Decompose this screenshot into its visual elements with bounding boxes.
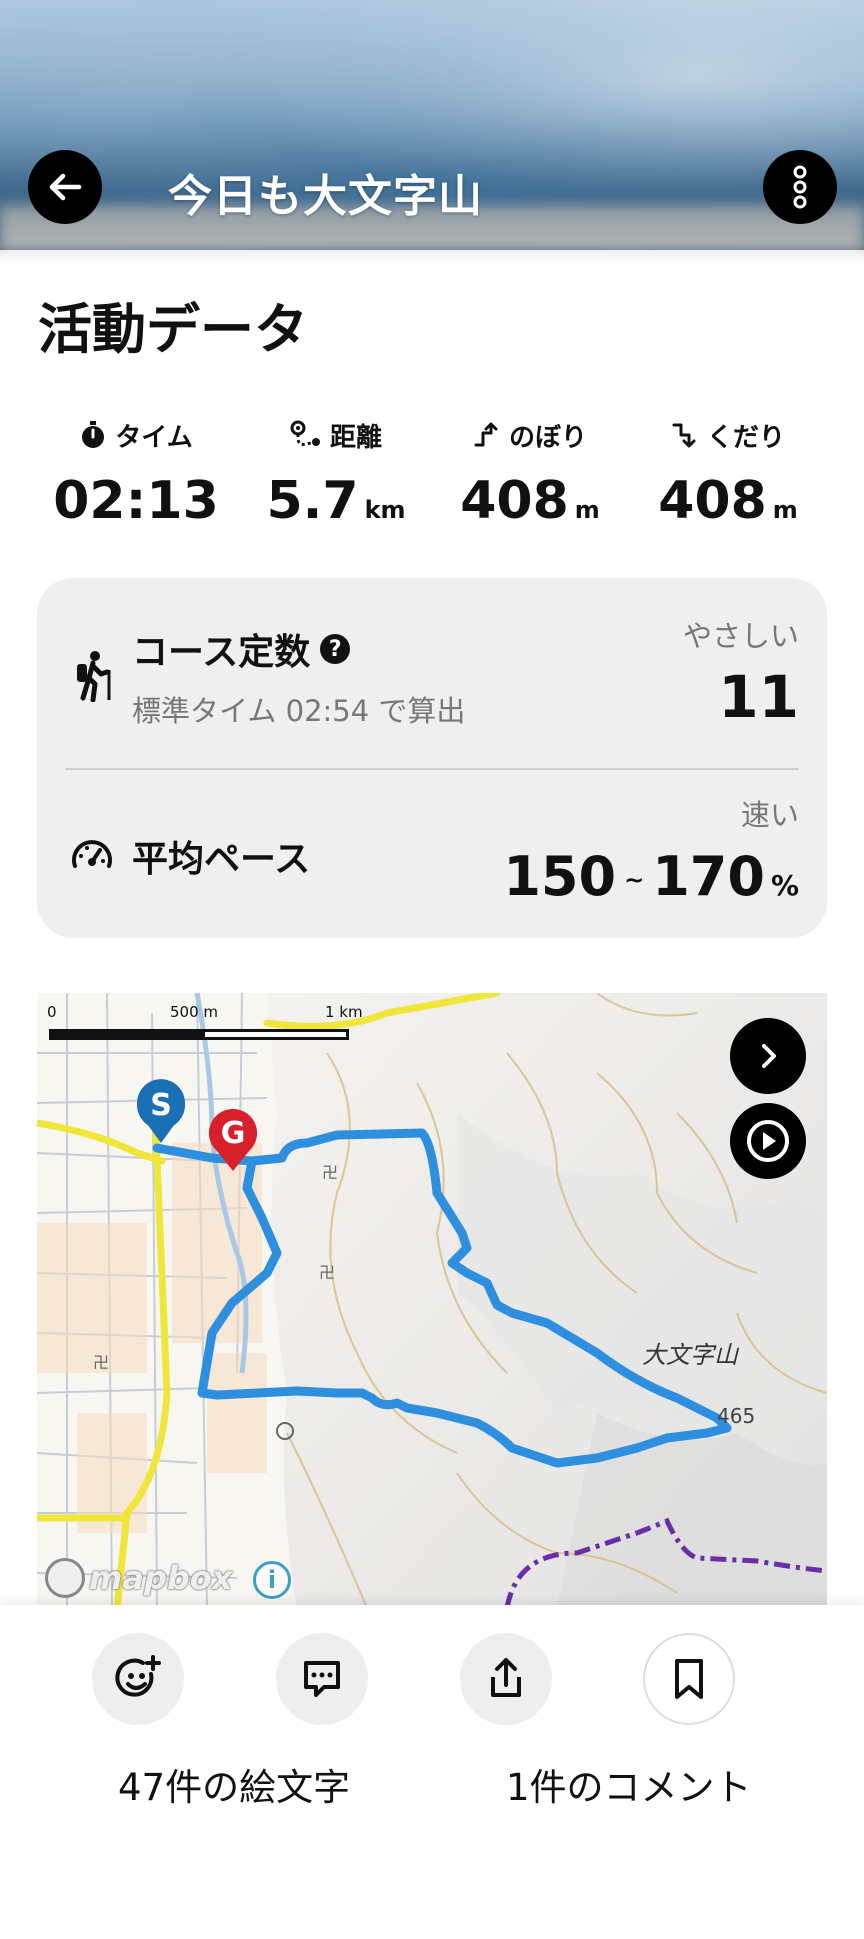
play-icon xyxy=(747,1120,789,1162)
svg-text:G: G xyxy=(221,1116,246,1151)
svg-text:0: 0 xyxy=(47,1003,57,1021)
map-canvas: 卍 卍 卍 0 500 m 1 km 大文字山 465 S G xyxy=(37,993,827,1608)
course-standard-time: 標準タイム 02:54 で算出 xyxy=(132,694,466,728)
add-emoji-button[interactable] xyxy=(92,1633,184,1725)
stats-row: タイム 02:13 距離 5.7 km のぼり 408 m くだり 408 m xyxy=(0,415,864,545)
distance-icon xyxy=(290,420,320,446)
ascent-icon xyxy=(474,422,498,447)
elevation-label: 465 xyxy=(717,1404,755,1428)
stat-label-descent: くだり xyxy=(628,415,828,455)
comment-icon xyxy=(304,1661,340,1697)
stat-label-distance: 距離 xyxy=(236,415,436,455)
stat-ascent: のぼり 408 m xyxy=(430,415,630,531)
stat-distance: 距離 5.7 km xyxy=(236,415,436,531)
pace-range-value: 150 ~170% xyxy=(503,845,799,908)
more-vert-icon xyxy=(793,165,807,209)
back-button[interactable] xyxy=(28,150,102,224)
add-emoji-icon xyxy=(115,1655,161,1697)
stat-descent: くだり 408 m xyxy=(628,415,828,532)
svg-text:卍: 卍 xyxy=(93,1353,109,1372)
course-difficulty-label: やさしい xyxy=(682,619,799,653)
stat-value-descent: 408 m xyxy=(658,471,798,531)
emoji-count-link[interactable]: 47件の絵文字 xyxy=(118,1757,350,1811)
pace-speed-label: 速い xyxy=(740,798,799,832)
map-next-button[interactable] xyxy=(730,1018,806,1094)
stat-value-time: 02:13 xyxy=(53,471,219,531)
stat-label-time: タイム xyxy=(36,415,236,455)
course-constant-row[interactable]: コース定数 ? 標準タイム 02:54 で算出 やさしい 11 xyxy=(37,578,827,768)
stopwatch-icon xyxy=(82,421,105,448)
mountain-label: 大文字山 xyxy=(642,1341,740,1369)
average-pace-row[interactable]: 平均ペース 速い 150 ~170% xyxy=(37,770,827,938)
svg-text:500 m: 500 m xyxy=(170,1003,218,1021)
svg-text:S: S xyxy=(150,1088,172,1123)
bookmark-icon xyxy=(675,1659,703,1699)
comment-button[interactable] xyxy=(276,1633,368,1725)
chevron-right-icon xyxy=(762,1044,776,1068)
map-replay-button[interactable] xyxy=(730,1103,806,1179)
bookmark-button[interactable] xyxy=(643,1633,735,1725)
header-banner: 今日も大文字山 xyxy=(0,0,864,250)
stat-value-ascent: 408 m xyxy=(460,471,600,531)
svg-text:1 km: 1 km xyxy=(325,1003,363,1021)
descent-icon xyxy=(672,423,696,448)
back-arrow-icon xyxy=(49,173,82,201)
share-button[interactable] xyxy=(460,1633,552,1725)
svg-text:卍: 卍 xyxy=(319,1263,335,1282)
stat-label-ascent: のぼり xyxy=(430,415,630,455)
bottom-action-bar: 47件の絵文字 1件のコメント xyxy=(0,1605,864,1939)
svg-text:卍: 卍 xyxy=(322,1163,338,1182)
page-title: 今日も大文字山 xyxy=(168,171,483,222)
stat-time: タイム 02:13 xyxy=(36,415,236,531)
stat-value-distance: 5.7 km xyxy=(266,471,406,531)
comment-count-link[interactable]: 1件のコメント xyxy=(506,1757,752,1811)
course-constant-value: 11 xyxy=(718,663,799,731)
hiker-icon xyxy=(77,651,111,702)
help-icon[interactable]: ? xyxy=(320,634,351,664)
mapbox-attribution: mapbox xyxy=(45,1558,232,1598)
mapbox-logo-icon xyxy=(45,1558,85,1598)
course-pace-card: コース定数 ? 標準タイム 02:54 で算出 やさしい 11 平均ペース 速い… xyxy=(37,578,827,938)
share-icon xyxy=(491,1658,521,1697)
header-shadow xyxy=(0,250,864,264)
map-info-button[interactable]: i xyxy=(253,1561,291,1599)
more-menu-button[interactable] xyxy=(763,150,837,224)
average-pace-title: 平均ペース xyxy=(132,839,311,880)
section-title: 活動データ xyxy=(38,298,308,361)
route-map[interactable]: 卍 卍 卍 0 500 m 1 km 大文字山 465 S G mapbox i xyxy=(37,993,827,1608)
speedometer-icon xyxy=(72,840,112,868)
course-constant-title: コース定数 ? xyxy=(132,623,351,675)
